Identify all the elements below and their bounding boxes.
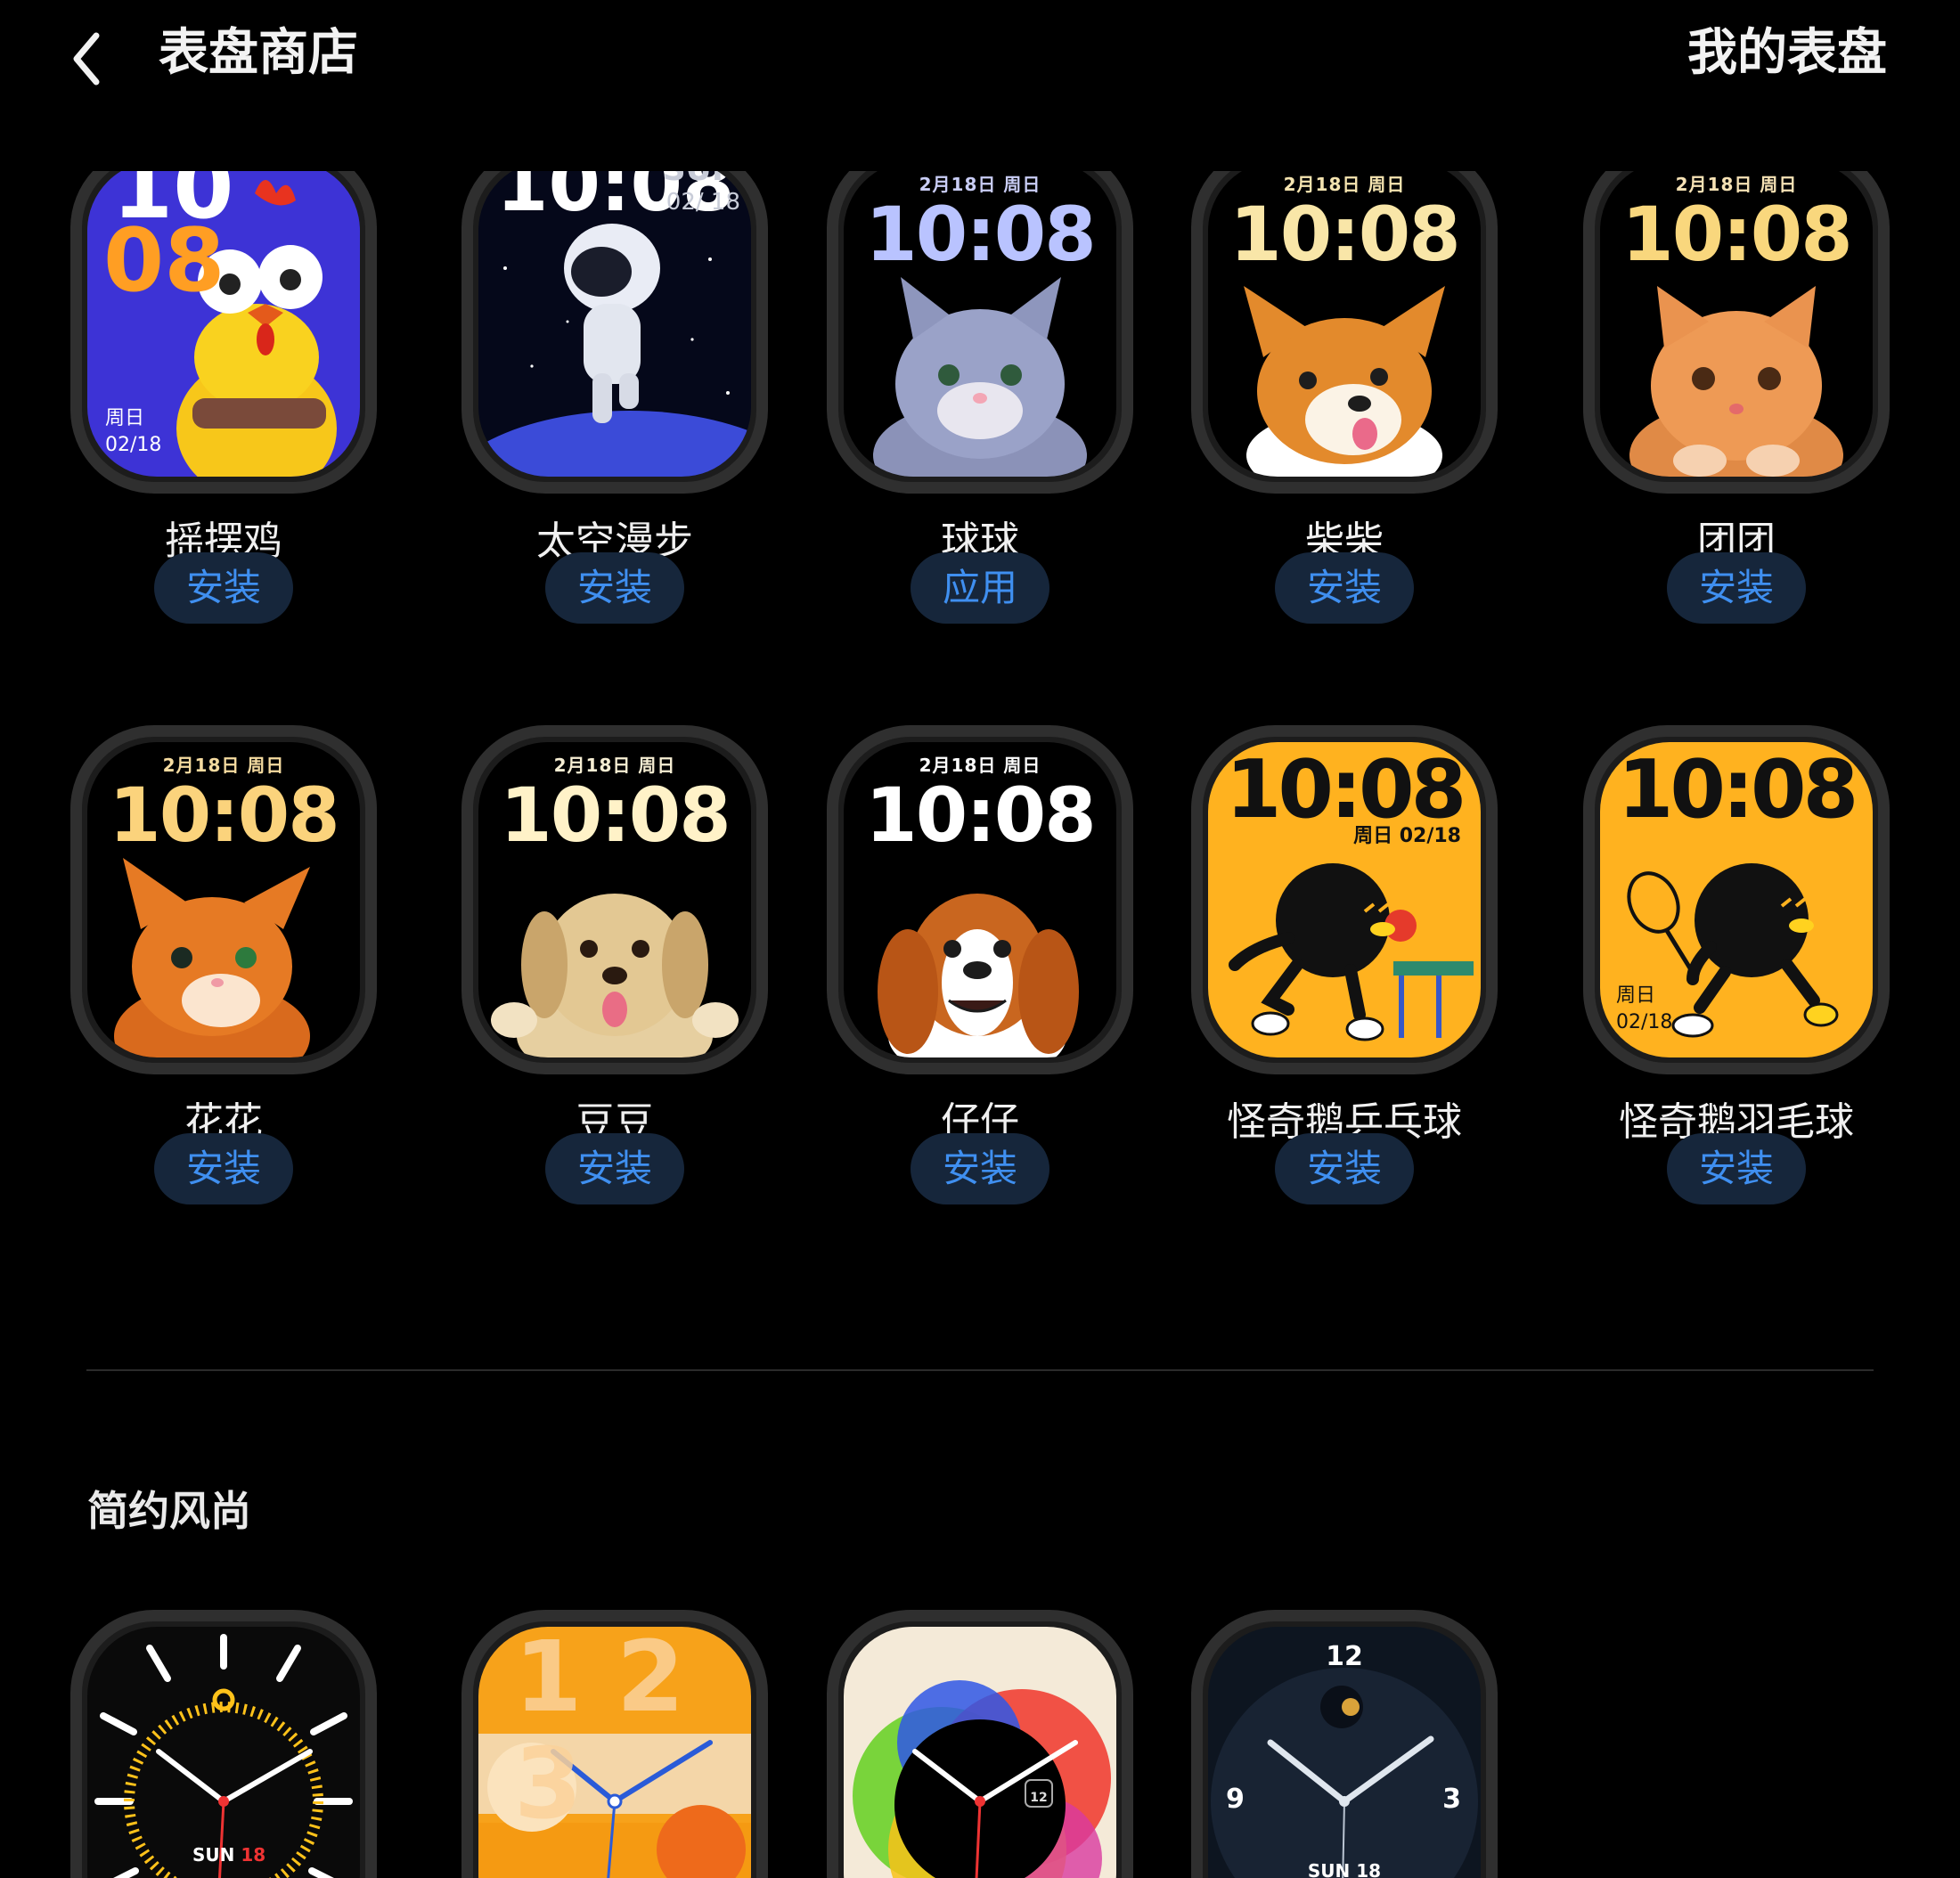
face-weekday: SUN (663, 171, 739, 186)
face-time: 10:08 (865, 191, 1096, 278)
face-date: SUN 18 (1307, 1860, 1382, 1878)
watch-face-preview[interactable]: 10 08 周日 02/18 (70, 171, 377, 494)
install-button[interactable]: 安装 (911, 1133, 1049, 1204)
watch-face-preview[interactable]: SUN 18 (70, 1610, 377, 1878)
face-time: 10:08 (109, 772, 339, 859)
install-button[interactable]: 安装 (154, 1133, 293, 1204)
watch-face-grid: 10 08 周日 02/18 摇摆鸡 安装 10:08 02/ 18 太空漫步 … (0, 171, 1960, 1878)
face-time: 10:08 (1621, 191, 1852, 278)
face-date: 周日 02/18 (1353, 825, 1461, 847)
hour-marker-3: 3 (1442, 1784, 1461, 1815)
watch-face-preview[interactable]: 12 (827, 1610, 1133, 1878)
face-weekday: 周日 (105, 407, 145, 429)
page-title: 表盘商店 (159, 24, 358, 82)
analog-clock-face (94, 1634, 353, 1878)
face-weekday: 周日 (1616, 984, 1656, 1007)
face-date: 02/18 (1616, 1011, 1673, 1033)
face-time-minutes: 08 (103, 210, 225, 312)
color-blob-face-graphic (853, 1680, 1111, 1878)
face-date-stack: 周日 02/18 (1616, 983, 1672, 1036)
back-button[interactable] (55, 9, 127, 98)
face-time: 10:08 (500, 772, 731, 859)
watch-face-preview[interactable]: 1 2 3 (461, 1610, 768, 1878)
face-numerals: 1 2 3 (514, 1627, 685, 1841)
watch-face-preview[interactable]: 10:08 SUN 02/ 18 (461, 171, 768, 494)
watch-face-preview[interactable]: 2月18日 周日 10:08 (827, 171, 1133, 494)
my-watch-faces-link[interactable]: 我的表盘 (1687, 20, 1887, 87)
install-button[interactable]: 安装 (545, 1133, 684, 1204)
watch-face-preview[interactable]: 2月18日 周日 10:08 (461, 725, 768, 1074)
section-title: 简约风尚 (87, 1487, 251, 1535)
apply-button[interactable]: 应用 (911, 552, 1049, 624)
watch-face-preview[interactable]: 10:08 周日 02/18 (1583, 725, 1890, 1074)
hour-marker-9: 9 (1226, 1784, 1245, 1815)
install-button[interactable]: 安装 (1275, 1133, 1414, 1204)
install-button[interactable]: 安装 (154, 552, 293, 624)
install-button[interactable]: 安装 (1667, 552, 1806, 624)
face-day-number: 18 (241, 1844, 266, 1866)
top-bar: 表盘商店 我的表盘 (0, 0, 1960, 116)
hour-marker-12: 12 (1326, 1641, 1363, 1672)
watch-face-preview[interactable]: 2月18日 周日 10:08 (1191, 171, 1498, 494)
face-weekday-label: SUN (192, 1844, 235, 1866)
install-button[interactable]: 安装 (545, 552, 684, 624)
face-date: 02/18 (105, 434, 162, 456)
watch-face-preview[interactable]: 2月18日 周日 10:08 (1583, 171, 1890, 494)
face-time: 10:08 (1617, 743, 1858, 837)
face-time: 10:08 (865, 772, 1096, 859)
section-divider (86, 1369, 1874, 1371)
install-button[interactable]: 安装 (1275, 552, 1414, 624)
face-time: 10:08 (1225, 743, 1466, 837)
chevron-left-icon (73, 32, 100, 86)
watch-face-preview[interactable]: 10:08 周日 02/18 (1191, 725, 1498, 1074)
watch-face-preview[interactable]: 12 9 3 SUN 18 (1191, 1610, 1498, 1878)
watch-face-preview[interactable]: 2月18日 周日 10:08 (70, 725, 377, 1074)
watch-face-preview[interactable]: 2月18日 周日 10:08 (827, 725, 1133, 1074)
face-weekday: SUN 18 (192, 1842, 265, 1867)
face-date-badge: 12 (1030, 1791, 1048, 1805)
face-date: 02/ 18 (666, 189, 740, 216)
face-time: 10:08 (1229, 191, 1460, 278)
install-button[interactable]: 安装 (1667, 1133, 1806, 1204)
face-date-stack: 周日 02/18 (105, 405, 161, 459)
